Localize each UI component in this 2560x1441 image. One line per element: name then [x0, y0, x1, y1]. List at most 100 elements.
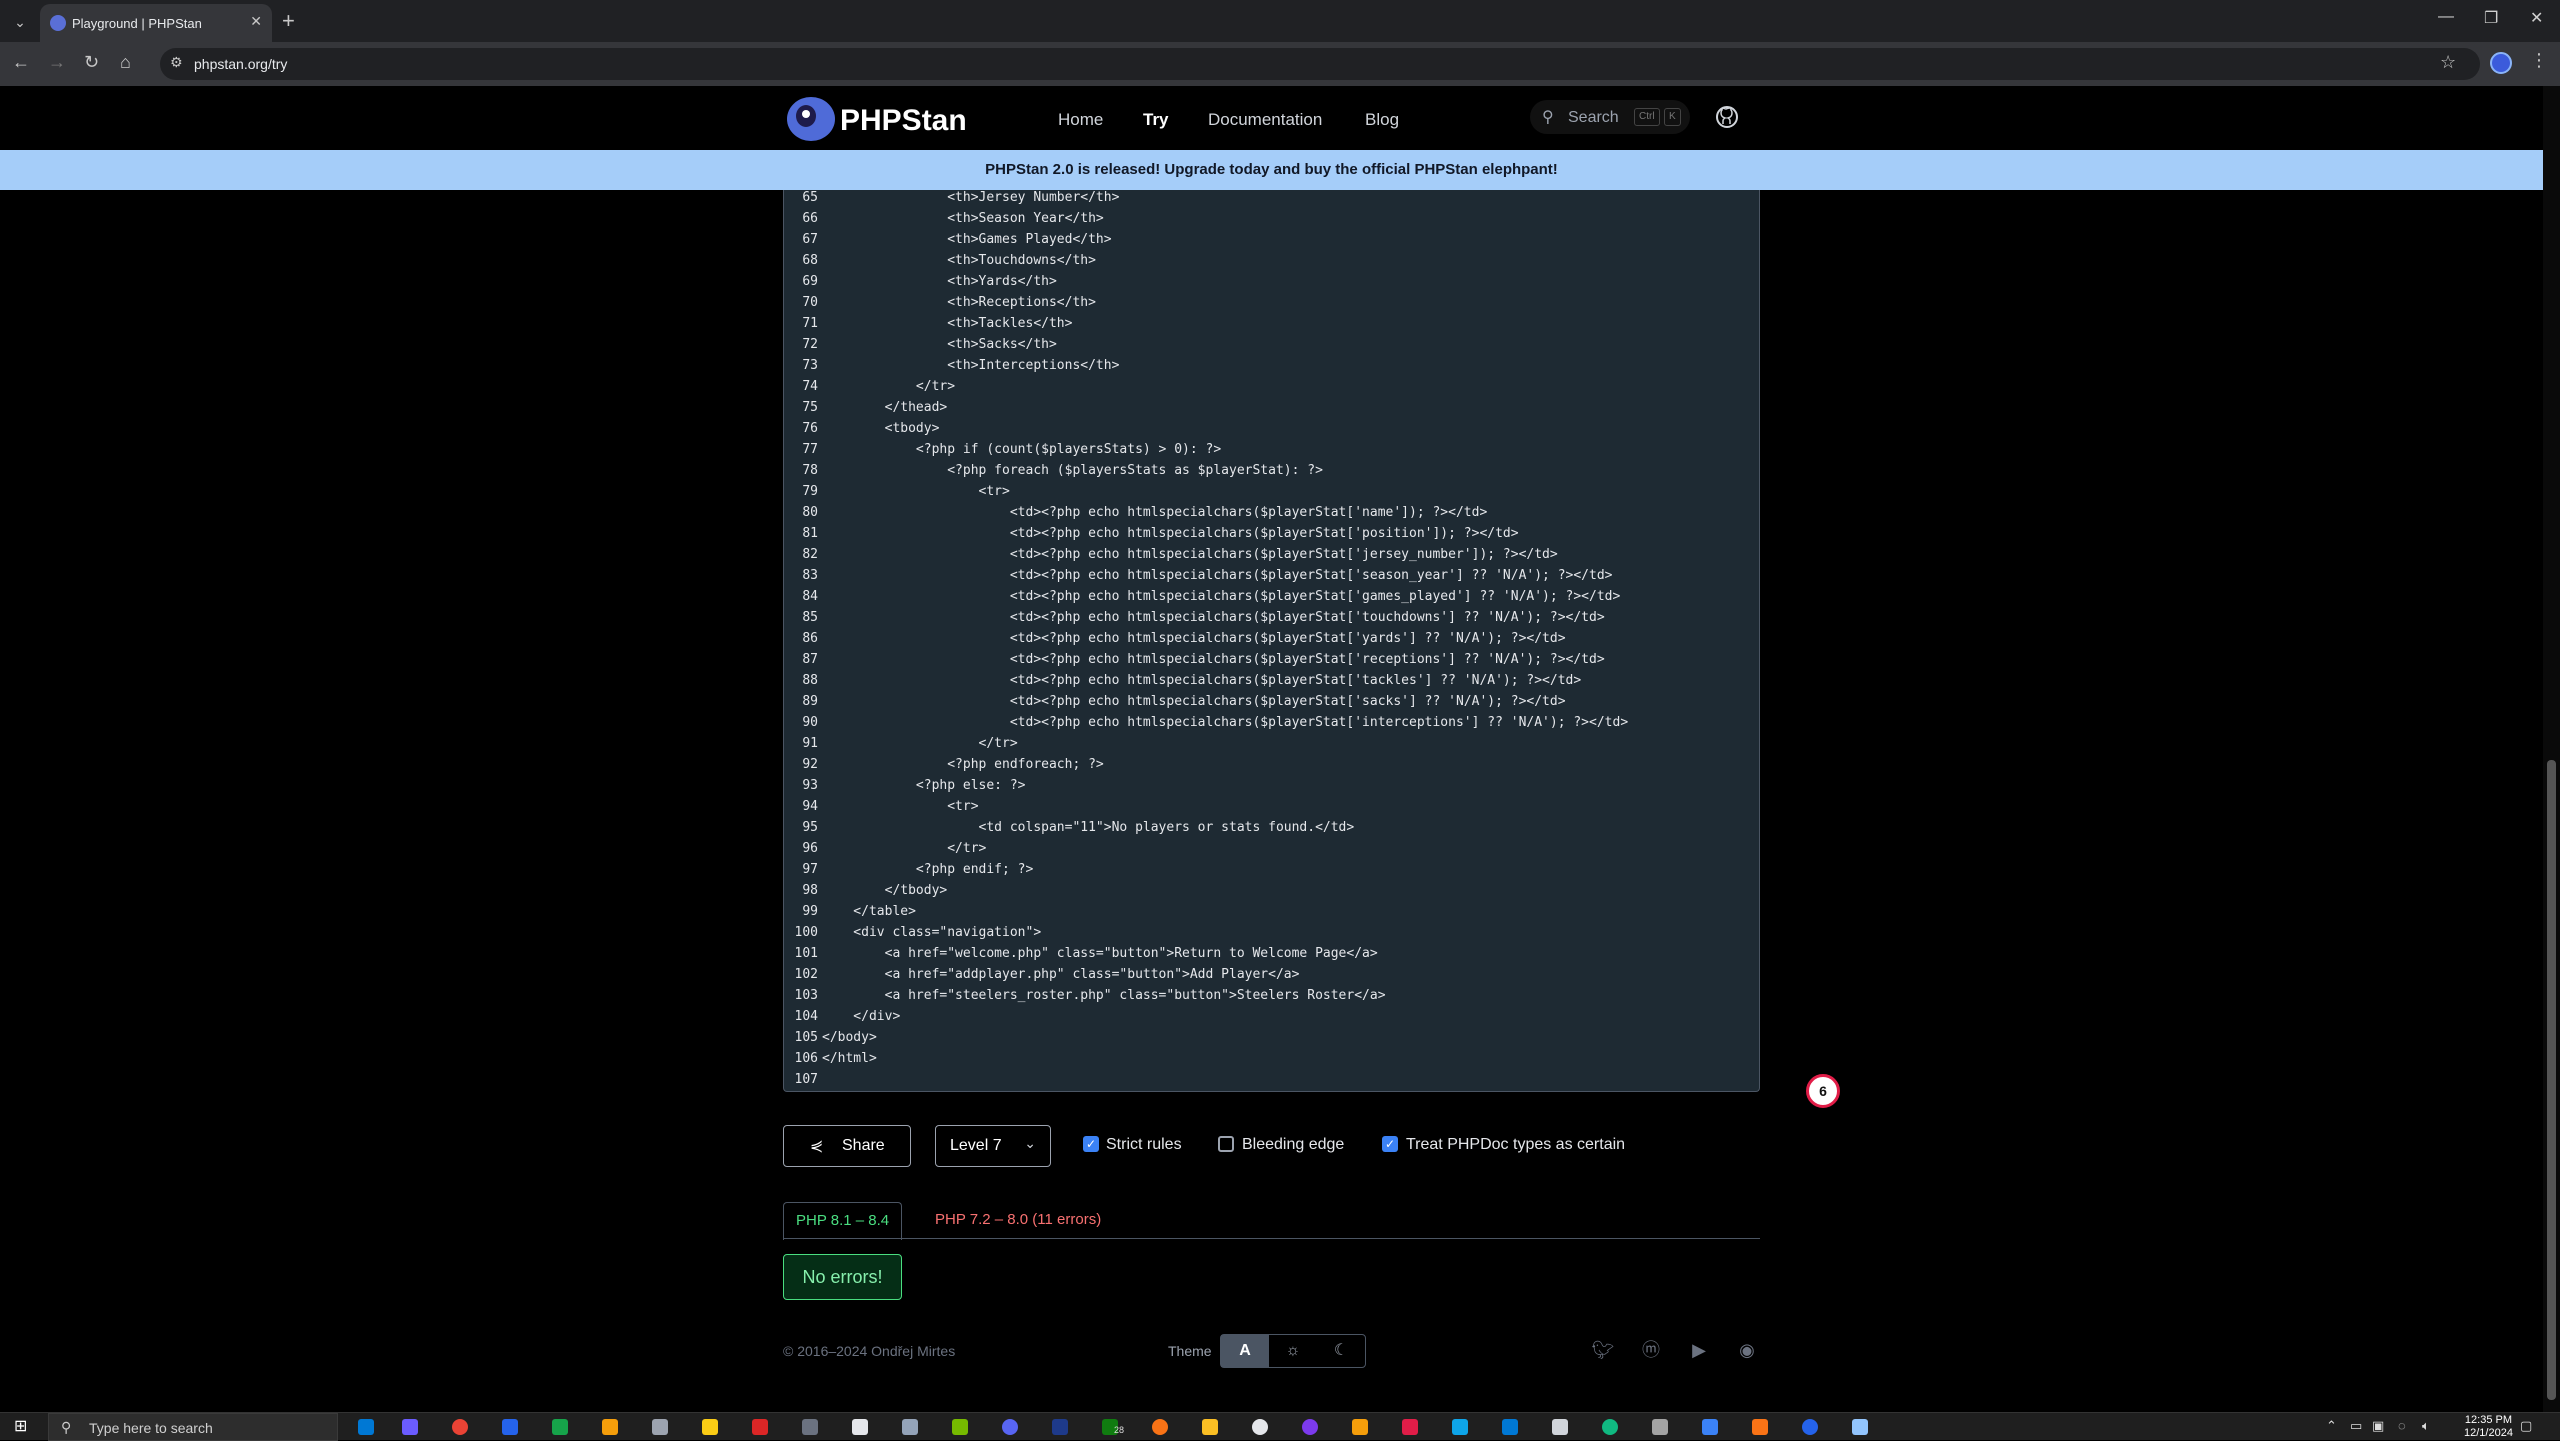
app-icon[interactable] [1752, 1419, 1768, 1435]
code-line[interactable]: 84 <td><?php echo htmlspecialchars($play… [784, 586, 1759, 607]
strict-rules-label[interactable]: Strict rules [1106, 1136, 1182, 1154]
forward-icon[interactable]: → [48, 52, 66, 73]
scrollbar-thumb[interactable] [2547, 760, 2556, 1400]
code-line[interactable]: 67 <th>Games Played</th> [784, 229, 1759, 250]
code-line[interactable]: 65 <th>Jersey Number</th> [784, 190, 1759, 208]
code-line[interactable]: 100 <div class="navigation"> [784, 922, 1759, 943]
youtube-icon[interactable]: ▶ [1686, 1337, 1712, 1363]
code-text[interactable]: </table> [822, 901, 916, 922]
code-line[interactable]: 75 </thead> [784, 397, 1759, 418]
volume-icon[interactable]: 🔈︎ [2422, 1418, 2430, 1434]
code-text[interactable]: <th>Touchdowns</th> [822, 250, 1096, 271]
site-info-icon[interactable]: ⚙ [170, 54, 183, 71]
code-line[interactable]: 72 <th>Sacks</th> [784, 334, 1759, 355]
steam-icon[interactable] [1052, 1419, 1068, 1435]
code-text[interactable]: <td><?php echo htmlspecialchars($playerS… [822, 712, 1628, 733]
code-line[interactable]: 80 <td><?php echo htmlspecialchars($play… [784, 502, 1759, 523]
tab-php-72-80[interactable]: PHP 7.2 – 8.0 (11 errors) [923, 1202, 1113, 1240]
code-line[interactable]: 89 <td><?php echo htmlspecialchars($play… [784, 691, 1759, 712]
twitter-icon[interactable]: 🐦︎ [1590, 1337, 1616, 1363]
code-line[interactable]: 86 <td><?php echo htmlspecialchars($play… [784, 628, 1759, 649]
search-button[interactable]: ⚲ Search Ctrl K [1530, 100, 1690, 134]
taskbar-clock[interactable]: 12:35 PM 12/1/2024 [2464, 1414, 2513, 1440]
bleeding-edge-checkbox[interactable] [1218, 1136, 1234, 1152]
code-line[interactable]: 96 </tr> [784, 838, 1759, 859]
code-line[interactable]: 97 <?php endif; ?> [784, 859, 1759, 880]
code-text[interactable]: <td><?php echo htmlspecialchars($playerS… [822, 649, 1605, 670]
restore-icon[interactable]: ❐ [2484, 8, 2498, 28]
app-icon[interactable] [1552, 1419, 1568, 1435]
code-line[interactable]: 69 <th>Yards</th> [784, 271, 1759, 292]
code-line[interactable]: 104 </div> [784, 1006, 1759, 1027]
browser-tab[interactable]: Playground | PHPStan ✕ [40, 4, 272, 42]
back-icon[interactable]: ← [12, 52, 30, 73]
code-text[interactable]: <th>Tackles</th> [822, 313, 1072, 334]
code-line[interactable]: 91 </tr> [784, 733, 1759, 754]
code-line[interactable]: 77 <?php if (count($playersStats) > 0): … [784, 439, 1759, 460]
code-line[interactable]: 82 <td><?php echo htmlspecialchars($play… [784, 544, 1759, 565]
app-icon[interactable] [1352, 1419, 1368, 1435]
code-text[interactable]: <th>Interceptions</th> [822, 355, 1119, 376]
code-line[interactable]: 78 <?php foreach ($playersStats as $play… [784, 460, 1759, 481]
unity-icon[interactable] [802, 1419, 818, 1435]
nav-documentation[interactable]: Documentation [1208, 110, 1322, 130]
code-line[interactable]: 107 [784, 1069, 1759, 1090]
code-text[interactable]: <td colspan="11">No players or stats fou… [822, 817, 1355, 838]
file-explorer-icon[interactable] [702, 1419, 718, 1435]
profile-avatar[interactable] [2490, 52, 2512, 74]
xbox-icon[interactable] [552, 1419, 568, 1435]
minimize-icon[interactable]: — [2438, 8, 2454, 26]
mastodon-icon[interactable]: ⓜ [1638, 1337, 1664, 1363]
app-icon[interactable] [1202, 1419, 1218, 1435]
moon-icon[interactable]: ☾ [1317, 1335, 1365, 1367]
app-icon[interactable] [1602, 1419, 1618, 1435]
announcement-banner[interactable]: PHPStan 2.0 is released! Upgrade today a… [0, 150, 2543, 190]
code-line[interactable]: 101 <a href="welcome.php" class="button"… [784, 943, 1759, 964]
reload-icon[interactable]: ↻ [84, 52, 99, 73]
code-text[interactable]: <div class="navigation"> [822, 922, 1041, 943]
code-line[interactable]: 94 <tr> [784, 796, 1759, 817]
code-line[interactable]: 68 <th>Touchdowns</th> [784, 250, 1759, 271]
chrome-icon[interactable] [452, 1419, 468, 1435]
code-line[interactable]: 81 <td><?php echo htmlspecialchars($play… [784, 523, 1759, 544]
bleeding-edge-label[interactable]: Bleeding edge [1242, 1136, 1344, 1154]
code-text[interactable]: </tr> [822, 838, 986, 859]
rss-icon[interactable]: ◉ [1734, 1337, 1760, 1363]
network-icon[interactable]: ▣ [2372, 1418, 2384, 1434]
bookmark-star-icon[interactable]: ☆ [2440, 52, 2456, 73]
nvidia-icon[interactable] [952, 1419, 968, 1435]
code-text[interactable]: <td><?php echo htmlspecialchars($playerS… [822, 523, 1519, 544]
address-bar[interactable]: ⚙ phpstan.org/try [160, 48, 2480, 80]
acrobat-icon[interactable] [752, 1419, 768, 1435]
nav-home[interactable]: Home [1058, 110, 1103, 130]
vscode-icon[interactable] [1502, 1419, 1518, 1435]
phpstan-logo-icon[interactable] [784, 94, 838, 144]
code-text[interactable]: <td><?php echo htmlspecialchars($playerS… [822, 691, 1566, 712]
app-icon[interactable] [1852, 1419, 1868, 1435]
code-text[interactable]: <td><?php echo htmlspecialchars($playerS… [822, 544, 1558, 565]
code-text[interactable]: <?php endforeach; ?> [822, 754, 1104, 775]
code-text[interactable]: </div> [822, 1006, 900, 1027]
code-line[interactable]: 103 <a href="steelers_roster.php" class=… [784, 985, 1759, 1006]
code-text[interactable]: <tr> [822, 796, 978, 817]
app-icon[interactable] [902, 1419, 918, 1435]
close-tab-icon[interactable]: ✕ [250, 13, 262, 30]
share-button[interactable]: ⋞ Share [783, 1125, 911, 1167]
code-text[interactable]: </tr> [822, 733, 1018, 754]
code-text[interactable]: <a href="welcome.php" class="button">Ret… [822, 943, 1378, 964]
code-text[interactable]: <tbody> [822, 418, 940, 439]
app-icon[interactable] [602, 1419, 618, 1435]
code-line[interactable]: 106 </html> [784, 1048, 1759, 1069]
notification-count-badge[interactable]: 6 [1806, 1074, 1840, 1108]
code-text[interactable]: </html> [822, 1048, 877, 1069]
sun-icon[interactable]: ☼ [1269, 1335, 1317, 1367]
code-text[interactable]: </tbody> [822, 880, 948, 901]
code-line[interactable]: 74 </tr> [784, 376, 1759, 397]
discord-icon[interactable] [1002, 1419, 1018, 1435]
code-text[interactable]: <?php endif; ?> [822, 859, 1033, 880]
code-text[interactable]: </thead> [822, 397, 948, 418]
code-text[interactable]: <?php if (count($playersStats) > 0): ?> [822, 439, 1221, 460]
treat-phpdoc-label[interactable]: Treat PHPDoc types as certain [1406, 1136, 1625, 1154]
app-icon[interactable] [1302, 1419, 1318, 1435]
code-text[interactable]: <th>Sacks</th> [822, 334, 1057, 355]
